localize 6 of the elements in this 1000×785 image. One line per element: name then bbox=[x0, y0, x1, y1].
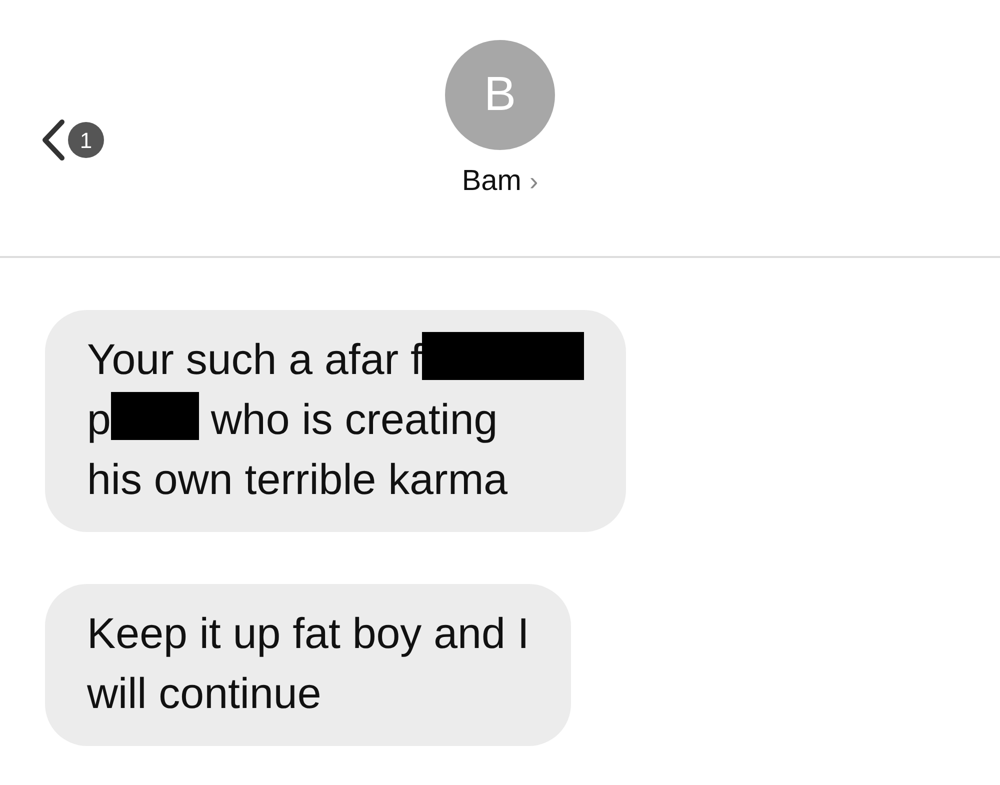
message-bubble: Your such a afar f p who is creating his own terrible karma bbox=[45, 310, 626, 532]
back-icon bbox=[40, 118, 66, 162]
message-bubble: Keep it up fat boy and I will continue bbox=[45, 584, 572, 746]
contact-name[interactable]: Bam › bbox=[462, 160, 538, 204]
back-button[interactable]: 1 bbox=[40, 118, 104, 162]
unread-count: 1 bbox=[68, 122, 104, 158]
